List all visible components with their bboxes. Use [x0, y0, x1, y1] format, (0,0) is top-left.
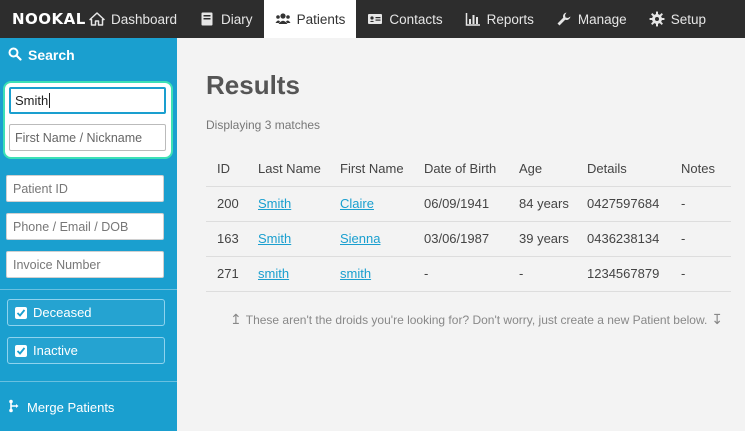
create-patient-hint: ↥ These aren't the droids you're looking…: [230, 311, 723, 328]
search-header: Search: [0, 38, 177, 72]
cell-notes: -: [681, 256, 731, 292]
gear-icon: [649, 11, 665, 27]
address-card-icon: [367, 11, 383, 27]
cell-first-name: Sienna: [340, 221, 424, 257]
nav-contacts[interactable]: Contacts: [356, 0, 453, 38]
book-icon: [199, 11, 215, 27]
inactive-label: Inactive: [33, 343, 78, 358]
phone-email-dob-input[interactable]: Phone / Email / DOB: [6, 213, 164, 240]
nav-label: Dashboard: [111, 11, 178, 27]
patient-last-name-link[interactable]: Smith: [258, 196, 291, 211]
sidebar-divider: [0, 381, 177, 382]
hint-text: These aren't the droids you're looking f…: [245, 312, 708, 327]
cell-notes: -: [681, 186, 731, 222]
deceased-toggle[interactable]: Deceased: [7, 299, 165, 326]
results-panel: Results Displaying 3 matches ID Last Nam…: [177, 38, 745, 431]
merge-label: Merge Patients: [27, 400, 115, 415]
cell-first-name: Claire: [340, 186, 424, 222]
cell-age: 39 years: [519, 221, 587, 257]
top-nav: NOOKAL Dashboard Diary Patients Contacts…: [0, 0, 745, 38]
page-title: Results: [206, 70, 300, 100]
cell-first-name: smith: [340, 256, 424, 292]
cell-id: 200: [206, 186, 258, 222]
cell-id: 163: [206, 221, 258, 257]
cell-last-name: Smith: [258, 186, 340, 222]
nav-label: Patients: [296, 11, 346, 27]
brand-logo[interactable]: NOOKAL: [0, 10, 85, 28]
patient-first-name-link[interactable]: Claire: [340, 196, 374, 211]
checkbox-checked-icon: [15, 306, 27, 319]
results-count: Displaying 3 matches: [206, 118, 321, 132]
cell-details: 1234567879: [587, 256, 681, 292]
wrench-icon: [556, 11, 572, 27]
cell-age: 84 years: [519, 186, 587, 222]
col-header-notes[interactable]: Notes: [681, 152, 731, 187]
col-header-age[interactable]: Age: [519, 152, 587, 187]
text-caret: [49, 93, 51, 108]
arrow-down-icon: ↧: [711, 311, 724, 327]
deceased-label: Deceased: [33, 305, 92, 320]
cell-age: -: [519, 256, 587, 292]
col-header-last-name[interactable]: Last Name: [258, 152, 340, 187]
col-header-first-name[interactable]: First Name: [340, 152, 424, 187]
col-header-details[interactable]: Details: [587, 152, 681, 187]
invoice-number-input[interactable]: Invoice Number: [6, 251, 164, 278]
table-row[interactable]: 200 Smith Claire 06/09/1941 84 years 042…: [206, 186, 731, 222]
nav-label: Reports: [486, 11, 534, 27]
patient-last-name-link[interactable]: smith: [258, 266, 289, 281]
sidebar-divider: [0, 289, 177, 290]
merge-icon: [8, 399, 20, 416]
nav-label: Contacts: [389, 11, 443, 27]
table-header-row: ID Last Name First Name Date of Birth Ag…: [206, 152, 731, 187]
col-header-id[interactable]: ID: [206, 152, 258, 187]
search-icon: [8, 47, 22, 64]
patient-last-name-link[interactable]: Smith: [258, 231, 291, 246]
nav-manage[interactable]: Manage: [545, 0, 638, 38]
arrow-up-icon: ↥: [230, 311, 242, 327]
merge-patients-link[interactable]: Merge Patients: [8, 399, 114, 416]
bar-chart-icon: [465, 11, 481, 27]
nav-label: Manage: [577, 11, 627, 27]
cell-id: 271: [206, 256, 258, 292]
checkbox-checked-icon: [15, 344, 27, 357]
cell-last-name: smith: [258, 256, 340, 292]
patient-id-input[interactable]: Patient ID: [6, 175, 164, 202]
cell-dob: -: [424, 256, 519, 292]
cell-dob: 06/09/1941: [424, 186, 519, 222]
cell-dob: 03/06/1987: [424, 221, 519, 257]
inactive-toggle[interactable]: Inactive: [7, 337, 165, 364]
first-name-input[interactable]: First Name / Nickname: [9, 124, 166, 151]
search-sidebar: Search Smith First Name / Nickname Patie…: [0, 38, 177, 431]
cell-last-name: Smith: [258, 221, 340, 257]
results-table: ID Last Name First Name Date of Birth Ag…: [206, 152, 731, 292]
nav-dashboard[interactable]: Dashboard: [78, 0, 188, 38]
patient-first-name-link[interactable]: smith: [340, 266, 371, 281]
last-name-input[interactable]: Smith: [9, 87, 166, 114]
nav-label: Setup: [670, 11, 706, 27]
nav-diary[interactable]: Diary: [188, 0, 264, 38]
nav-setup[interactable]: Setup: [638, 0, 717, 38]
patient-first-name-link[interactable]: Sienna: [340, 231, 380, 246]
home-icon: [89, 11, 105, 27]
cell-details: 0436238134: [587, 221, 681, 257]
users-icon: [275, 11, 291, 27]
name-search-group: Smith First Name / Nickname: [3, 81, 173, 159]
col-header-dob[interactable]: Date of Birth: [424, 152, 519, 187]
cell-notes: -: [681, 221, 731, 257]
search-header-label: Search: [28, 47, 75, 63]
nav-reports[interactable]: Reports: [454, 0, 545, 38]
table-row[interactable]: 163 Smith Sienna 03/06/1987 39 years 043…: [206, 221, 731, 257]
nav-patients[interactable]: Patients: [263, 0, 357, 38]
nav-label: Diary: [221, 11, 253, 27]
cell-details: 0427597684: [587, 186, 681, 222]
table-row[interactable]: 271 smith smith - - 1234567879 -: [206, 256, 731, 292]
